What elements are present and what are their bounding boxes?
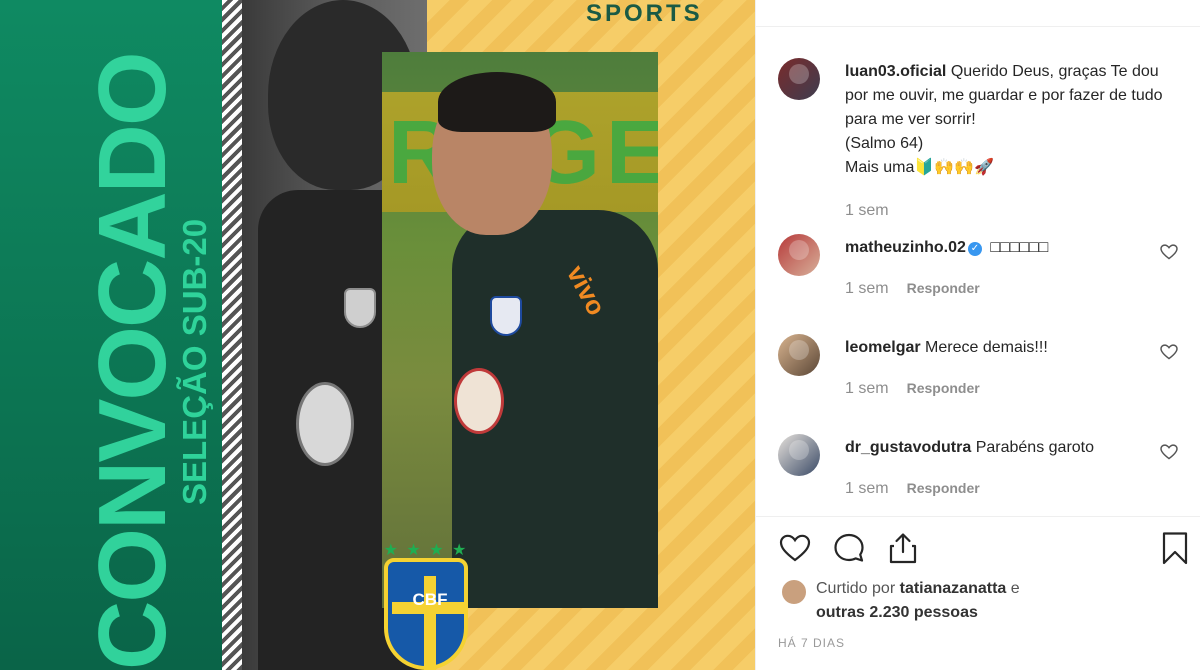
reply-button[interactable]: Responder	[907, 480, 980, 496]
cbf-text: CBF	[412, 590, 448, 609]
likes-count[interactable]: outras 2.230 pessoas	[816, 604, 978, 621]
comment-meta: 1 sem Responder	[845, 380, 980, 398]
heart-icon[interactable]	[778, 531, 812, 565]
comment-like-icon[interactable]	[1160, 444, 1178, 460]
comment-body: □□□□□□	[990, 239, 1049, 256]
liker-username[interactable]: tatianazanatta	[900, 580, 1007, 597]
post-side-panel: luan03.oficial Querido Deus, graças Te d…	[755, 0, 1200, 670]
comment-item: dr_gustavodutra Parabéns garoto 1 sem Res…	[778, 434, 1178, 514]
comment-item: matheuzinho.02 ✓ □□□□□□ 1 sem Responder	[778, 234, 1178, 314]
reply-button[interactable]: Responder	[907, 380, 980, 396]
avatar[interactable]	[778, 234, 820, 276]
caption-line: Mais uma🔰🙌🙌🚀	[845, 159, 995, 176]
comment-meta: 1 sem Responder	[845, 280, 980, 298]
liker-avatar[interactable]	[781, 579, 807, 605]
post-header	[756, 0, 1200, 27]
comment-text: dr_gustavodutra Parabéns garoto	[845, 436, 1165, 460]
comment-like-icon[interactable]	[1160, 344, 1178, 360]
avatar[interactable]	[778, 434, 820, 476]
timestamp[interactable]: 1 sem	[845, 280, 889, 297]
comment-item: leomelgar Merece demais!!! 1 sem Responde…	[778, 334, 1178, 414]
comment-username[interactable]: dr_gustavodutra	[845, 439, 971, 456]
avatar[interactable]	[778, 58, 820, 100]
post-timestamp[interactable]: HÁ 7 DIAS	[778, 636, 845, 650]
verified-badge-icon: ✓	[967, 242, 982, 256]
likes-suffix: e	[1010, 580, 1020, 597]
caption-meta: 1 sem	[845, 202, 889, 220]
comment-body: Merece demais!!!	[925, 339, 1048, 356]
comment-text: leomelgar Merece demais!!!	[845, 336, 1165, 360]
jersey-crest-gray	[344, 288, 376, 328]
comment-text: matheuzinho.02 ✓ □□□□□□	[845, 236, 1165, 260]
cbf-crest-badge: ★ ★ ★ ★ ★ CBF	[378, 540, 474, 670]
caption: luan03.oficial Querido Deus, graças Te d…	[778, 58, 1178, 228]
share-icon[interactable]	[886, 531, 920, 565]
likes-text: Curtido por tatianazanatta e outras 2.23…	[816, 577, 1020, 625]
caption-text: luan03.oficial Querido Deus, graças Te d…	[845, 60, 1165, 180]
reply-button[interactable]: Responder	[907, 280, 980, 296]
brand-text: SPORTS	[586, 0, 703, 27]
caption-line: (Salmo 64)	[845, 135, 924, 152]
sponsor-logo	[454, 368, 504, 434]
jersey-crest	[490, 296, 522, 336]
post-image[interactable]: CONVOCADO SELEÇÃO SUB-20 SPORTS RAGE viv…	[0, 0, 755, 670]
player-hair	[438, 72, 556, 132]
likes-prefix: Curtido por	[816, 580, 896, 597]
divider	[756, 516, 1200, 517]
caption-username[interactable]: luan03.oficial	[845, 63, 946, 80]
cbf-shield: CBF	[384, 558, 468, 670]
comment-body: Parabéns garoto	[975, 439, 1095, 456]
comment-like-icon[interactable]	[1160, 244, 1178, 260]
likes-summary: Curtido por tatianazanatta e outras 2.23…	[778, 577, 1178, 625]
avatar[interactable]	[778, 334, 820, 376]
comment-username[interactable]: matheuzinho.02	[845, 239, 966, 256]
timestamp[interactable]: 1 sem	[845, 480, 889, 497]
bookmark-icon[interactable]	[1158, 531, 1192, 565]
timestamp[interactable]: 1 sem	[845, 202, 889, 219]
timestamp[interactable]: 1 sem	[845, 380, 889, 397]
action-bar	[778, 531, 1188, 567]
comment-meta: 1 sem Responder	[845, 480, 980, 498]
diagonal-stripe-divider	[222, 0, 242, 670]
headline-text: CONVOCADO	[79, 53, 186, 670]
subheadline-text: SELEÇÃO SUB-20	[176, 218, 213, 505]
sponsor-logo-gray	[296, 382, 354, 466]
comment-username[interactable]: leomelgar	[845, 339, 921, 356]
comment-icon[interactable]	[832, 531, 866, 565]
